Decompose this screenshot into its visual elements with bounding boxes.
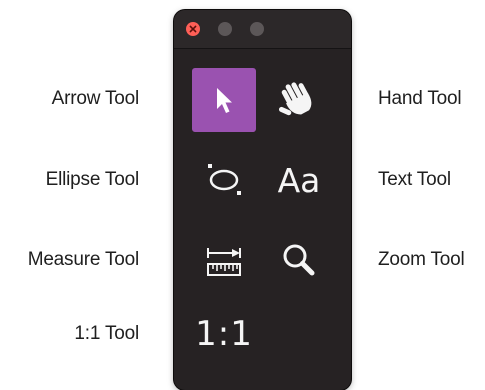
- hand-icon: [278, 82, 312, 116]
- magnifier-icon: [283, 244, 315, 276]
- measure-tool-button[interactable]: [192, 228, 256, 292]
- minimize-button[interactable]: [218, 22, 232, 36]
- ellipse-tool-callout: Ellipse Tool: [45, 169, 140, 190]
- zoom-tool-button[interactable]: [267, 228, 331, 292]
- ruler-measure-icon: [207, 248, 241, 276]
- ratio-tool-button[interactable]: 1:1: [192, 302, 256, 366]
- zoom-tool-callout: Zoom Tool: [378, 249, 465, 270]
- hand-tool-button[interactable]: [267, 68, 331, 132]
- close-x-icon: [189, 25, 197, 33]
- close-button[interactable]: [186, 22, 200, 36]
- text-tool-callout: Text Tool: [378, 169, 451, 190]
- measure-tool-callout: Measure Tool: [27, 249, 140, 270]
- zoom-window-button[interactable]: [250, 22, 264, 36]
- arrow-cursor-icon: [217, 88, 232, 113]
- tool-palette-window: Aa 1:1: [174, 10, 351, 390]
- arrow-tool-callout: Arrow Tool: [51, 88, 140, 109]
- arrow-tool-button[interactable]: [192, 68, 256, 132]
- ellipse-tool-button[interactable]: [192, 148, 256, 212]
- ellipse-icon: [208, 164, 241, 195]
- text-icon: Aa: [277, 160, 321, 200]
- text-tool-button[interactable]: Aa: [267, 148, 331, 212]
- title-bar[interactable]: [174, 10, 351, 49]
- hand-tool-callout: Hand Tool: [378, 88, 462, 109]
- ratio-tool-callout: 1:1 Tool: [74, 323, 139, 344]
- one-to-one-icon: 1:1: [195, 314, 253, 354]
